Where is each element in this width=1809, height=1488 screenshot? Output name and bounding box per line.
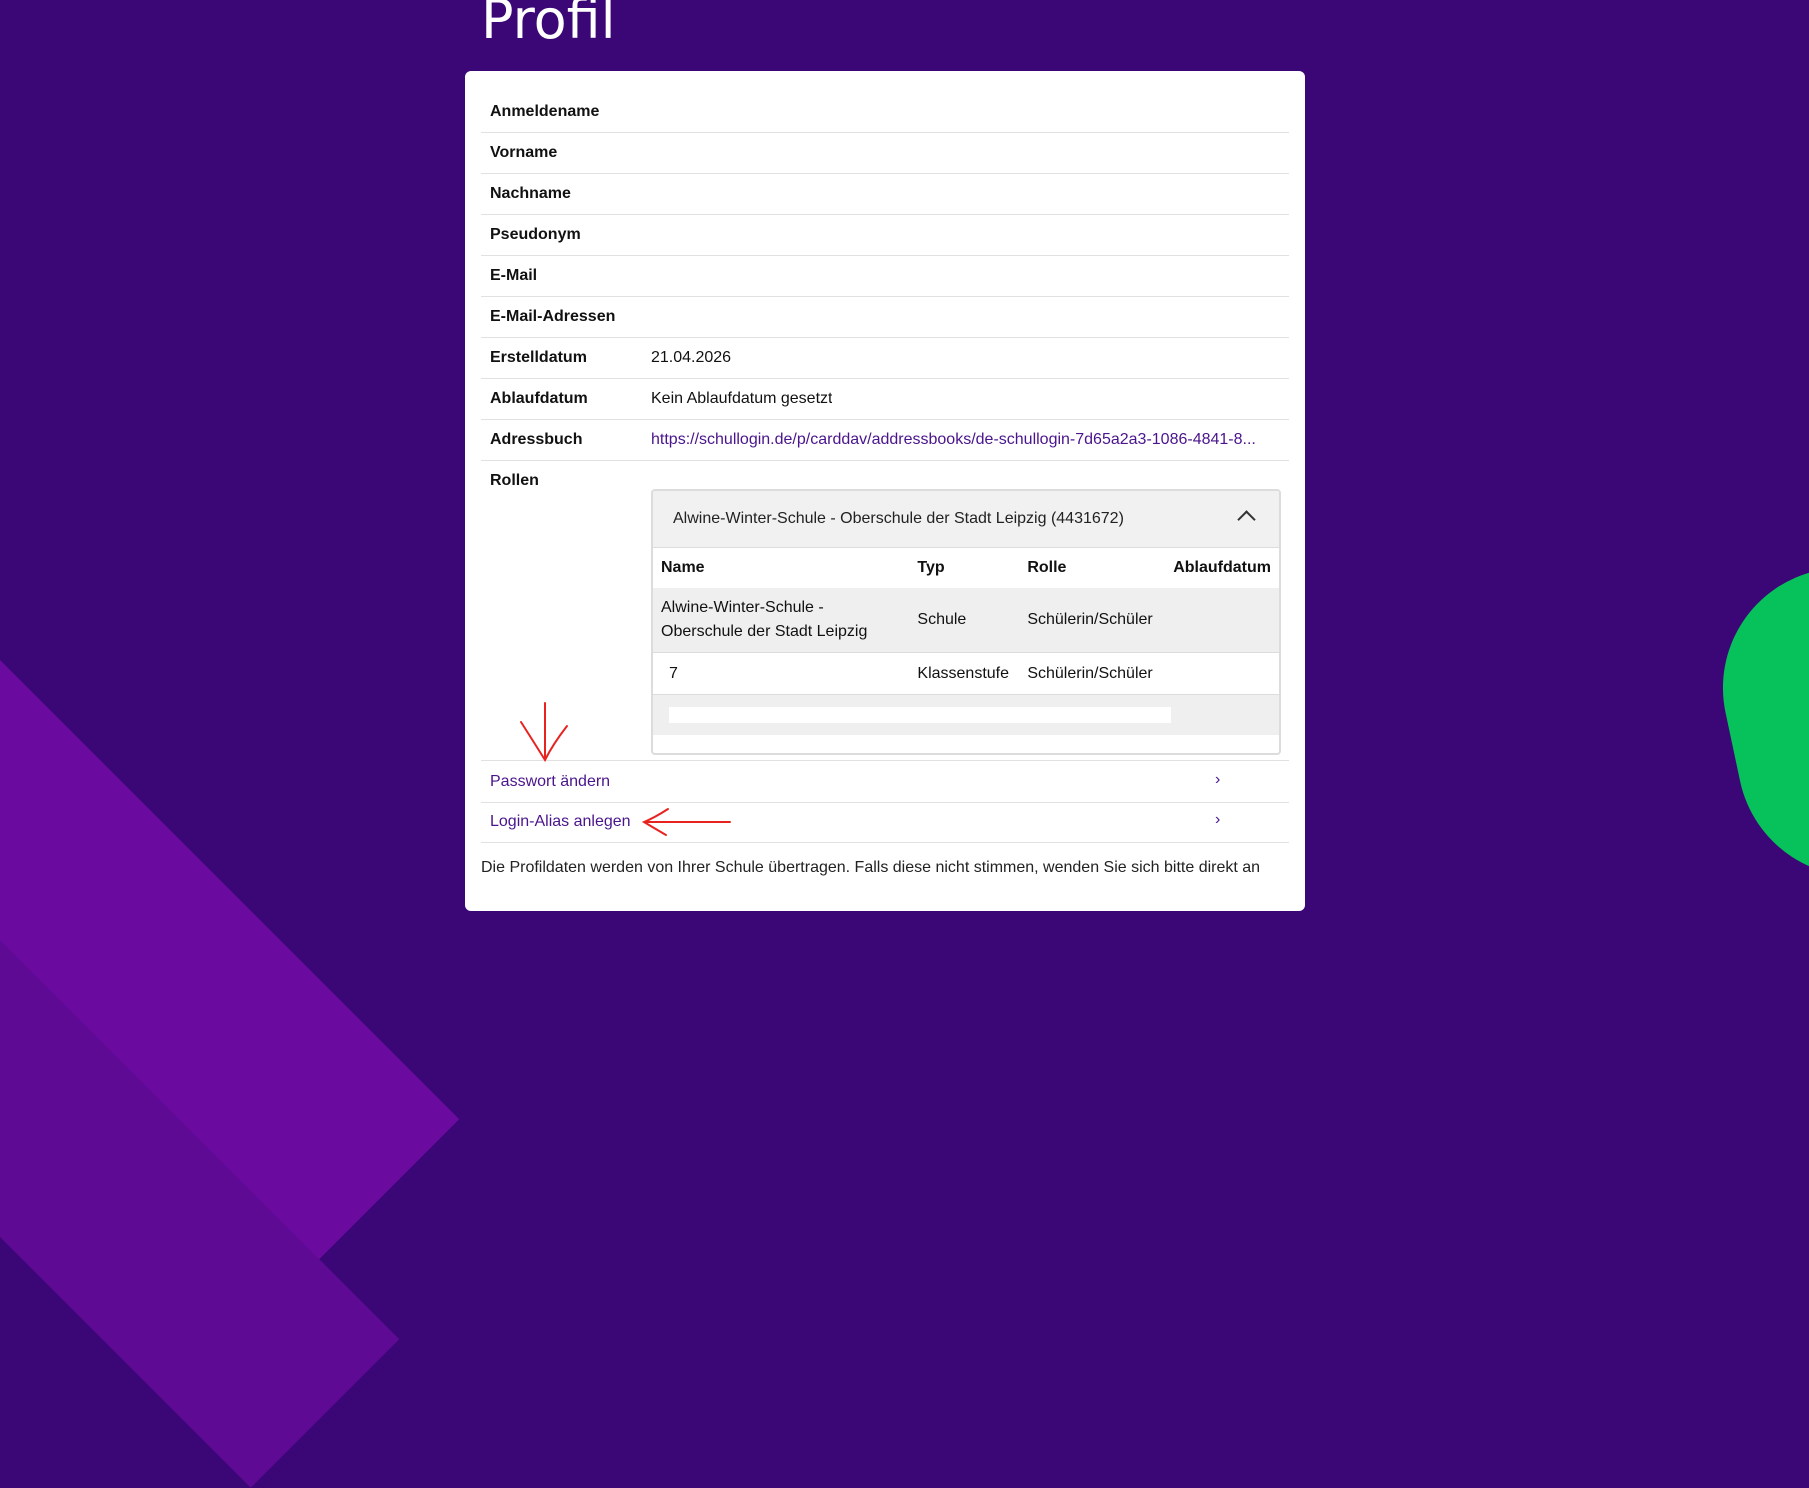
roles-table: Name Typ Rolle Ablaufdatum Alwine-Winter… (653, 548, 1279, 735)
field-label: Erstelldatum (490, 349, 587, 366)
redacted-bar (669, 707, 1171, 723)
table-cell (1165, 588, 1279, 653)
field-label: E-Mail-Adressen (490, 308, 616, 325)
table-cell: Schule (909, 588, 1020, 653)
column-header-role: Rolle (1027, 559, 1067, 576)
column-header-name: Name (661, 559, 705, 576)
table-cell: Alwine-Winter-Schule - Oberschule der St… (653, 588, 910, 653)
annotation-arrow-down-icon (520, 702, 568, 763)
create-login-alias-link[interactable]: Login-Alias anlegen › (481, 801, 1289, 843)
field-label: E-Mail (490, 267, 538, 284)
profile-data-notice: Die Profildaten werden von Ihrer Schule … (481, 859, 1261, 876)
roles-panel-header[interactable]: Alwine-Winter-Schule - Oberschule der St… (653, 491, 1279, 548)
table-cell: Schülerin/Schüler (1019, 588, 1166, 653)
page-title: Profil (481, 0, 616, 51)
field-label: Adressbuch (490, 431, 583, 448)
column-header-type: Typ (917, 559, 945, 576)
table-row: 7 Klassenstufe Schülerin/Schüler (653, 652, 1279, 695)
table-row-redacted (653, 694, 1279, 735)
field-value: Kein Ablaufdatum gesetzt (651, 390, 833, 407)
profile-row-pseudonym: Pseudonym (481, 214, 1289, 256)
roles-panel: Alwine-Winter-Schule - Oberschule der St… (651, 489, 1281, 755)
profile-row-email: E-Mail (481, 255, 1289, 297)
field-label: Rollen (490, 472, 539, 489)
table-cell (1165, 652, 1279, 695)
profile-row-email-addresses: E-Mail-Adressen (481, 296, 1289, 338)
field-label: Nachname (490, 185, 571, 202)
change-password-label[interactable]: Passwort ändern (490, 773, 610, 791)
table-cell: Klassenstufe (909, 652, 1020, 695)
chevron-right-icon: › (1215, 771, 1221, 788)
chevron-up-icon[interactable] (1237, 510, 1256, 529)
table-row: Alwine-Winter-Schule - Oberschule der St… (653, 588, 1279, 653)
chevron-right-icon: › (1215, 811, 1221, 828)
table-cell: Schülerin/Schüler (1019, 652, 1166, 695)
create-login-alias-label[interactable]: Login-Alias anlegen (490, 813, 631, 831)
field-value: 21.04.2026 (651, 349, 732, 366)
profile-row-created-date: Erstelldatum 21.04.2026 (481, 337, 1289, 379)
field-label: Anmeldename (490, 103, 600, 120)
field-label: Pseudonym (490, 226, 581, 243)
profile-card: Anmeldename Vorname Nachname Pseudonym E… (465, 71, 1305, 911)
profile-row-nachname: Nachname (481, 173, 1289, 215)
school-panel-title: Alwine-Winter-Schule - Oberschule der St… (673, 510, 1124, 527)
profile-row-vorname: Vorname (481, 132, 1289, 174)
field-label: Ablaufdatum (490, 390, 588, 407)
table-cell: 7 (653, 652, 910, 695)
field-label: Vorname (490, 144, 558, 161)
change-password-link[interactable]: Passwort ändern › (481, 760, 1289, 803)
column-header-expiry: Ablaufdatum (1173, 559, 1271, 576)
decorative-green-shape (1700, 541, 1809, 899)
profile-row-addressbook: Adressbuch https://schullogin.de/p/cardd… (481, 419, 1289, 461)
annotation-arrow-left-icon (641, 808, 731, 836)
addressbook-link[interactable]: https://schullogin.de/p/carddav/addressb… (651, 431, 1256, 449)
profile-row-anmeldename: Anmeldename (481, 91, 1289, 133)
profile-row-expiry-date: Ablaufdatum Kein Ablaufdatum gesetzt (481, 378, 1289, 420)
